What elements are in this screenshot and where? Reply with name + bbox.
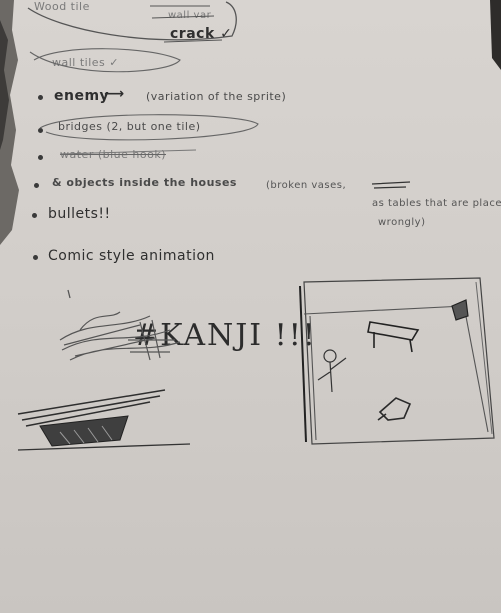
sketch-figure-head [323, 349, 337, 363]
sketch-figure-body [317, 357, 347, 393]
scribble-strike-water [59, 149, 197, 155]
scribble-loop-wall [29, 48, 181, 73]
scribble-mass [59, 311, 181, 361]
sketch-ground-line [17, 443, 191, 451]
scribble-loop-top [27, 1, 237, 41]
pencil-sketches [17, 1, 495, 451]
sketch-corner-object [451, 299, 469, 321]
scribble-mark [67, 289, 71, 299]
sketch-table [367, 321, 420, 353]
scribble-strike-objects [371, 181, 411, 189]
scribble-loop-bridges [39, 114, 259, 141]
scribble-underline [150, 5, 223, 43]
sketch-broken-object [377, 397, 412, 421]
